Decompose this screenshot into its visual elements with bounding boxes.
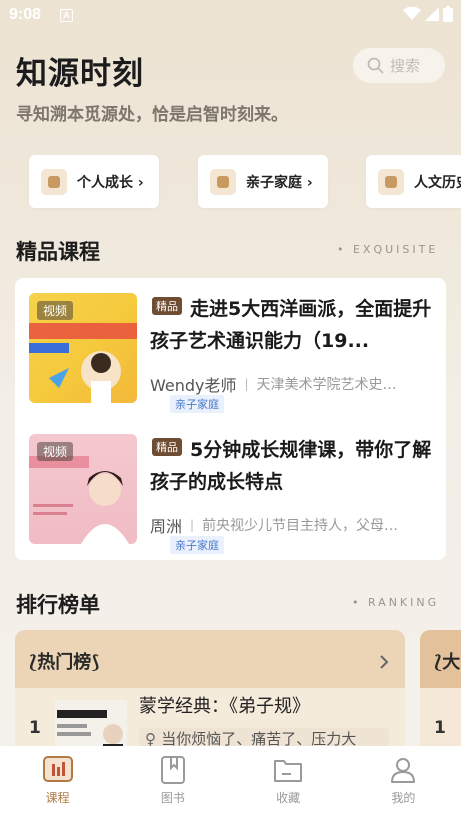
ranking-subtitle: • RANKING	[352, 596, 440, 609]
category-tag: 亲子家庭	[170, 536, 224, 554]
category-label: 人文历史	[414, 174, 461, 191]
course-thumbnail: 视频	[29, 293, 137, 403]
book-icon	[160, 756, 185, 784]
app-title: 知源时刻	[16, 56, 144, 92]
teacher-desc: 天津美术学院艺术史…	[256, 377, 397, 393]
laurel-right-icon: ⟆	[91, 652, 100, 673]
book-title: 蒙学经典：《弟子规》	[139, 696, 310, 717]
category-label: 个人成长 ›	[77, 174, 144, 191]
chevron-right-icon[interactable]	[380, 655, 389, 669]
tab-label: 课程	[45, 791, 70, 805]
divider: |	[190, 518, 195, 532]
laurel-left-icon: ⟅	[434, 652, 443, 673]
profile-icon	[391, 758, 416, 783]
featured-subtitle: • EXQUISITE	[337, 243, 439, 256]
course-thumbnail: 视频	[29, 434, 137, 544]
folder-icon	[274, 760, 303, 782]
category-label: 亲子家庭 ›	[246, 174, 313, 191]
family-icon	[210, 168, 236, 195]
laurel-left-icon: ⟅	[29, 652, 38, 673]
tab-label: 图书	[160, 791, 185, 805]
search-icon	[367, 57, 384, 74]
divider: |	[244, 377, 249, 391]
tab-label: 我的	[391, 791, 416, 805]
search-box[interactable]: 搜索	[353, 48, 445, 83]
course-item[interactable]: 视频 精品 5分钟成长规律课，带你了解孩子的成长特点 周洲 | 前央视少儿节目主…	[29, 434, 439, 554]
ranking-title: 排行榜单	[16, 593, 100, 617]
status-time: 9:08	[9, 6, 42, 23]
status-icons	[403, 6, 453, 22]
teacher-name: Wendy老师	[150, 376, 237, 395]
hot-ranking-header: ⟅热门榜⟆	[29, 648, 99, 674]
teacher-name: 周洲	[150, 517, 183, 536]
course-title: 走进5大西洋画派，全面提升孩子艺术通识能力（19...	[150, 298, 432, 352]
rank-number: 1	[29, 718, 41, 738]
tab-label: 收藏	[276, 791, 301, 805]
video-badge: 视频	[37, 301, 74, 320]
tab-profile[interactable]: 我的	[346, 746, 461, 819]
category-personal-growth[interactable]: 个人成长 ›	[29, 155, 159, 208]
hot-ranking-title: 热门榜	[37, 652, 92, 673]
second-ranking-header: ⟅大	[434, 648, 460, 674]
teacher-line: 周洲 | 前央视少儿节目主持人，父母…	[150, 513, 432, 537]
hot-ranking-card[interactable]: ⟅热门榜⟆ 1 蒙学经典：《弟子规》 ♀ 当你烦恼了、痛苦了、压力大	[15, 630, 405, 760]
search-placeholder: 搜索	[390, 57, 421, 75]
course-item[interactable]: 视频 精品 走进5大西洋画派，全面提升孩子艺术通识能力（19... Wendy老…	[29, 293, 439, 413]
second-ranking-title: 大	[442, 652, 461, 673]
second-ranking-card[interactable]: ⟅大 1	[420, 630, 461, 760]
course-card: 视频 精品 走进5大西洋画派，全面提升孩子艺术通识能力（19... Wendy老…	[15, 278, 446, 560]
history-icon	[378, 168, 404, 195]
category-family[interactable]: 亲子家庭 ›	[198, 155, 328, 208]
tab-course[interactable]: 课程	[0, 746, 115, 819]
growth-icon	[41, 168, 67, 195]
tab-books[interactable]: 图书	[115, 746, 230, 819]
status-bar: 9:08 A	[0, 0, 461, 32]
notification-icon: A	[60, 9, 73, 22]
teacher-line: Wendy老师 | 天津美术学院艺术史…	[150, 372, 432, 396]
course-title: 5分钟成长规律课，带你了解孩子的成长特点	[150, 439, 432, 493]
category-history[interactable]: 人文历史	[366, 155, 461, 208]
course-icon	[42, 756, 73, 782]
category-tag: 亲子家庭	[170, 395, 224, 413]
tab-favorites[interactable]: 收藏	[231, 746, 346, 819]
bottom-tab-bar: 课程 图书 收藏 我的	[0, 746, 461, 819]
video-badge: 视频	[37, 442, 74, 461]
slogan: 寻知溯本觅源处，恰是启智时刻来。	[16, 105, 288, 125]
wifi-icon	[403, 7, 421, 20]
featured-title: 精品课程	[16, 240, 100, 264]
signal-icon	[425, 7, 439, 21]
teacher-desc: 前央视少儿节目主持人，父母…	[202, 518, 399, 534]
rank-number: 1	[434, 718, 446, 738]
battery-icon	[443, 6, 453, 22]
